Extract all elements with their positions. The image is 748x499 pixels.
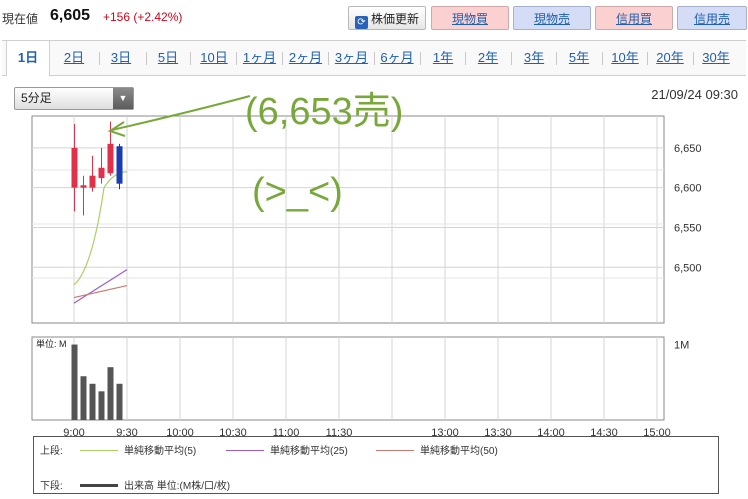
annotation-arrow <box>111 95 251 131</box>
candle-body <box>116 146 123 184</box>
emoticon-annotation: (>_<) <box>252 171 343 213</box>
y-tick-label: 6,550 <box>674 222 702 234</box>
candle-body <box>98 167 105 179</box>
volume-unit-label: 単位: M <box>36 338 67 349</box>
volume-bar <box>107 367 114 420</box>
candle-body <box>71 147 78 188</box>
legend-upper-label: 上段: <box>40 446 63 457</box>
legend-ma5: 単純移動平均(5) <box>74 442 196 457</box>
volume-bar <box>71 344 78 420</box>
legend-lower-label: 下段: <box>40 481 63 492</box>
y-tick-label: 6,650 <box>674 143 702 155</box>
volume-y-tick: 1M <box>674 340 689 352</box>
legend-ma50: 単純移動平均(50) <box>370 442 498 457</box>
volume-bars <box>71 344 123 420</box>
candle-body <box>107 143 114 174</box>
volume-bar <box>80 376 87 420</box>
candle-body <box>80 185 87 188</box>
legend-volume: 出来高 単位:(M株/口/枚) <box>74 477 230 492</box>
candle-body <box>89 175 96 188</box>
chart-grid <box>31 115 665 421</box>
volume-bar <box>116 383 123 420</box>
sell-annotation: (6,653売) <box>245 91 403 133</box>
price-chart: 6,6506,6006,5506,5009:00 9:30 10:00 10:30 11… <box>31 91 702 439</box>
y-tick-label: 6,500 <box>674 262 702 274</box>
moving-average-lines <box>73 171 128 304</box>
volume-bar <box>98 391 105 420</box>
chart-legend: 上段: 単純移動平均(5) 単純移動平均(25) 単純移動平均(50) 下段: … <box>33 436 719 494</box>
volume-bar <box>89 383 96 420</box>
moving-average-line <box>73 284 128 299</box>
candles <box>71 121 123 216</box>
legend-ma25: 単純移動平均(25) <box>220 442 348 457</box>
y-tick-label: 6,600 <box>674 183 702 195</box>
